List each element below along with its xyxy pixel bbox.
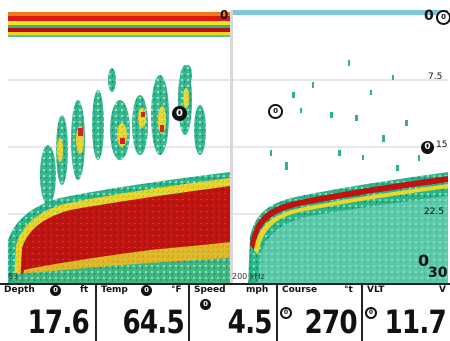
callout-marker-grid-icon: 0 [421, 141, 434, 154]
readout-temp: Temp 0 °F 64.5 [97, 283, 188, 341]
right-depth-zero: 0 [424, 8, 434, 24]
left-pane-frequency: 83 [8, 272, 19, 281]
readout-depth-marker-icon: 0 [50, 285, 61, 296]
readout-course-unit: °t [344, 285, 353, 295]
readout-depth-title: Depth [4, 285, 35, 295]
surface-band [8, 12, 230, 37]
depth-tick-15: 15 [436, 140, 448, 150]
depth-tick-22-5: 22.5 [424, 207, 445, 217]
readout-course-value: 270 [304, 303, 358, 341]
readout-speed-marker-icon: 0 [200, 299, 211, 310]
readout-course-title: Course [282, 285, 318, 295]
depth-zero-marker-icon: 0 [436, 10, 450, 25]
readout-speed-title: Speed [194, 285, 226, 295]
right-pane-frequency: 200 kHz [232, 272, 265, 281]
readout-temp-title: Temp [101, 285, 128, 295]
readout-speed-unit: mph [246, 285, 269, 295]
readout-speed-value: 4.5 [227, 303, 273, 341]
readout-temp-marker-icon: 0 [141, 285, 152, 296]
readout-course-marker-icon: 0 [280, 307, 292, 319]
readout-vlt-title: VLT [367, 285, 385, 295]
readout-depth-value: 17.6 [27, 303, 90, 341]
readout-vlt-unit: V [439, 285, 446, 295]
readout-temp-value: 64.5 [122, 303, 185, 341]
readout-vlt-marker-icon: 0 [365, 307, 377, 319]
sonar-screen: 0 0 0 7.5 15 22.5 0 30 0 0 0 83 200 kHz … [0, 0, 450, 341]
depth-tick-7-5: 7.5 [428, 72, 443, 82]
callout-marker-right-pane-icon: 0 [268, 104, 283, 119]
readout-vlt: VLT 0 V 11.7 [363, 283, 450, 341]
readout-speed: Speed 0 mph 4.5 [190, 283, 276, 341]
depth-max: 30 [428, 265, 448, 281]
left-depth-zero: 0 [220, 8, 229, 22]
readout-depth: Depth 0 ft 17.6 [0, 283, 95, 341]
readout-course: Course 0 °t 270 [278, 283, 361, 341]
callout-marker-fish-arches-icon: 0 [172, 106, 187, 121]
sonar-display [8, 10, 448, 283]
readout-depth-unit: ft [80, 285, 89, 295]
readout-vlt-value: 11.7 [384, 303, 447, 341]
scattered-returns-right [270, 60, 420, 171]
readout-temp-unit: °F [171, 285, 182, 295]
